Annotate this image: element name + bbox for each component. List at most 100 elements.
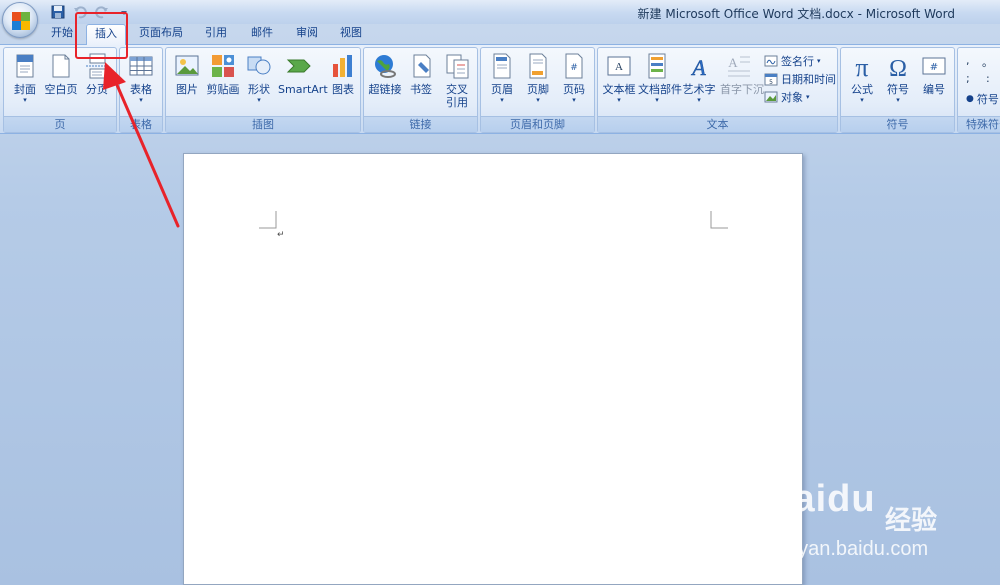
hyperlink-icon [375,55,396,78]
symbol-button[interactable]: Ω 符号 ▾ [879,52,917,105]
special-char-period[interactable]: 。 [982,54,993,70]
baidu-logo: Baidu [765,478,876,520]
dropdown-arrow-icon: ▾ [617,96,621,104]
tab-view[interactable]: 视图 [335,24,367,44]
svg-text:#: # [930,62,938,73]
special-char-colon[interactable]: : [986,72,990,85]
svg-text:A: A [728,55,738,70]
title-bar: 新建 Microsoft Office Word 文档.docx - Micro… [0,0,1000,38]
page-number-button[interactable]: # 页码 ▾ [555,52,593,105]
textbox-button[interactable]: A 文本框 ▾ [600,52,638,105]
chart-icon [333,55,352,77]
group-text: A 文本框 ▾ 文档部件 ▾ A 艺术字 ▾ A 首字下沉 签名行 ▾ 5 日期… [597,47,838,133]
group-pages: 封面 ▾ 空白页 分页 页 [3,47,117,133]
footer-button[interactable]: 页脚 ▾ [519,52,557,105]
tab-references[interactable]: 引用 [200,24,232,44]
object-button[interactable]: 对象 ▾ [764,88,810,106]
svg-text:π: π [855,53,868,80]
group-label-links: 链接 [364,116,477,132]
clipart-button[interactable]: 剪贴画 [204,52,242,96]
drop-cap-button[interactable]: A 首字下沉 [720,52,764,96]
dropdown-arrow-icon: ▾ [23,96,27,104]
dropdown-arrow-icon: ▾ [860,96,864,104]
wordart-button[interactable]: A 艺术字 ▾ [680,52,718,105]
group-tables: 表格 ▾ 表格 [119,47,163,133]
header-button[interactable]: 页眉 ▾ [483,52,521,105]
clipart-icon [212,55,234,77]
document-page[interactable]: ↵ [183,153,803,585]
equation-button[interactable]: π 公式 ▾ [843,52,881,105]
drop-cap-icon: A [728,55,750,77]
omega-icon: Ω [889,56,907,80]
cross-reference-icon [446,54,469,79]
group-label-symbols: 符号 [841,116,954,132]
dropdown-arrow-icon: ▾ [572,96,576,104]
tab-review[interactable]: 审阅 [291,24,323,44]
shapes-button[interactable]: 形状 ▾ [240,52,278,105]
ribbon: 封面 ▾ 空白页 分页 页 表格 ▾ 表格 图片 剪贴画 形状 ▾ SmartA… [0,44,1000,134]
window-title: 新建 Microsoft Office Word 文档.docx - Micro… [637,7,955,21]
date-time-button[interactable]: 5 日期和时间 [764,70,836,88]
pi-icon: π [855,53,868,80]
cross-reference-button[interactable]: 交叉 引用 [438,52,476,109]
group-special-symbols: , 。 ; : ● 符号 特殊符号 [957,47,1000,133]
svg-text:A: A [690,55,706,80]
smartart-button[interactable]: SmartArt [278,52,328,96]
bookmark-button[interactable]: 书签 [402,52,440,96]
wordart-icon: A [690,55,707,80]
number-icon: # [922,57,946,75]
table-icon [129,56,153,76]
group-label-header-footer: 页眉和页脚 [481,116,594,132]
margin-corner-top-right-icon [710,211,728,229]
svg-text:A: A [615,61,623,73]
group-label-text: 文本 [598,116,837,132]
shapes-icon [247,56,271,75]
tab-page-layout[interactable]: 页面布局 [136,24,186,44]
watermark-cn-text: 经验 [885,506,938,536]
svg-text:#: # [570,63,578,73]
quick-parts-icon [648,53,666,79]
office-logo-icon [12,12,30,30]
special-char-comma[interactable]: , [966,54,970,67]
header-icon [493,53,511,79]
signature-line-icon [764,55,778,67]
annotation-highlight-box [75,12,128,59]
dropdown-arrow-icon: ▾ [139,96,143,104]
signature-line-button[interactable]: 签名行 ▾ [764,52,821,70]
bullet-icon: ● [966,94,974,104]
group-label-pages: 页 [4,116,116,132]
office-button[interactable] [2,2,38,38]
chart-button[interactable]: 图表 [324,52,362,96]
picture-icon [175,55,199,76]
dropdown-arrow-icon: ▾ [896,96,900,104]
group-label-illustrations: 插图 [166,116,360,132]
cover-page-icon [16,54,34,78]
svg-text:5: 5 [769,79,773,86]
blank-page-button[interactable]: 空白页 [42,52,80,96]
number-button[interactable]: # 编号 [915,52,953,96]
group-label-tables: 表格 [120,116,162,132]
dropdown-arrow-icon: ▾ [806,93,810,101]
dropdown-arrow-icon: ▾ [500,96,504,104]
table-button[interactable]: 表格 ▾ [122,52,160,105]
quick-parts-button[interactable]: 文档部件 ▾ [638,52,682,105]
special-symbol-button[interactable]: ● 符号 [966,90,999,108]
hyperlink-button[interactable]: 超链接 [366,52,404,96]
special-char-semicolon[interactable]: ; [966,72,970,85]
group-illustrations: 图片 剪贴画 形状 ▾ SmartArt 图表 插图 [165,47,361,133]
ribbon-tabs: 开始 插入 页面布局 引用 邮件 审阅 视图 [0,24,1000,45]
cover-page-button[interactable]: 封面 ▾ [6,52,44,105]
date-time-icon: 5 [764,73,778,86]
dropdown-arrow-icon: ▾ [817,57,821,65]
group-symbols: π 公式 ▾ Ω 符号 ▾ # 编号 符号 [840,47,955,133]
tab-home[interactable]: 开始 [46,24,78,44]
dropdown-arrow-icon: ▾ [536,96,540,104]
group-header-footer: 页眉 ▾ 页脚 ▾ # 页码 ▾ 页眉和页脚 [480,47,595,133]
picture-button[interactable]: 图片 [168,52,206,96]
save-icon[interactable] [50,4,66,20]
margin-corner-top-left-icon [259,211,277,229]
textbox-icon: A [607,56,631,76]
dropdown-arrow-icon: ▾ [655,96,659,104]
baidu-watermark: Baidu 经验 jingyan.baidu.com [765,478,995,568]
tab-mailings[interactable]: 邮件 [246,24,278,44]
